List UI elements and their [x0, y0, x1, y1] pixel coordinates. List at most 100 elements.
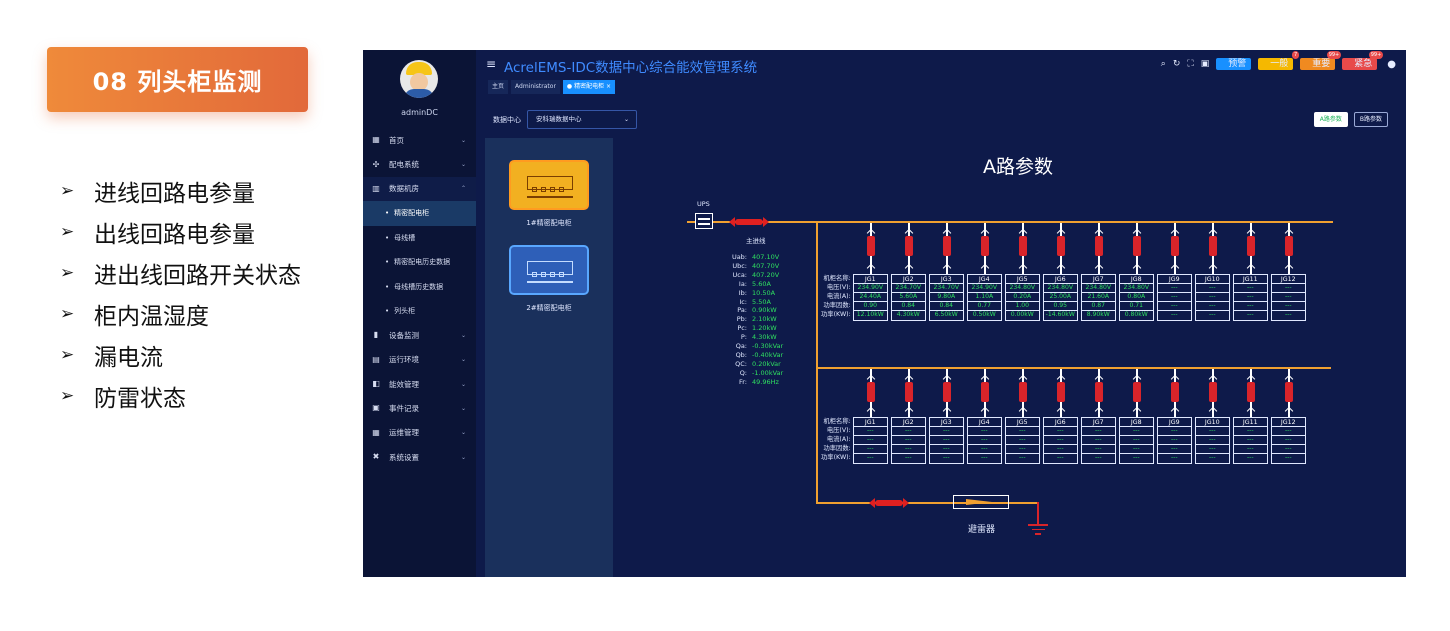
alert-button[interactable]: 紧急 99+	[1342, 51, 1384, 70]
feature-list: ➢ 进线回路电参量 ➢ 出线回路电参量 ➢ 进出线回路开关状态 ➢ 柜内温湿度 ➢ 漏电流 ➢ 防雷状…	[60, 170, 301, 416]
cabinet-1-icon[interactable]	[509, 160, 589, 210]
row-label: 功率因数:	[823, 302, 851, 309]
feeder-column[interactable]: JG12 --- --- --- ---	[1270, 274, 1306, 321]
sidebar-item[interactable]: ▤ 运行环境 ⌄	[363, 348, 476, 372]
sidebar-item[interactable]: ▥ 数据机房 ⌃	[363, 176, 476, 202]
menu-toggle-icon[interactable]: ≡	[486, 57, 496, 71]
feeder-column[interactable]: JG1 --- --- --- ---	[852, 417, 888, 464]
feeder-breaker	[1209, 223, 1217, 274]
arrow-right-icon: ➢	[60, 344, 75, 365]
feeder-column[interactable]: JG5 234.80V 0.20A 1.00 0.00kW	[1004, 274, 1040, 321]
sidebar-item[interactable]: ✖ 系统设置 ⌄	[363, 445, 476, 469]
row-label: 功率因数:	[823, 445, 851, 452]
alert-button[interactable]: 重要 99+	[1300, 51, 1342, 70]
sidebar-item[interactable]: ▣ 事件记录 ⌄	[363, 396, 476, 420]
sidebar-item[interactable]: ◧ 能效管理 ⌄	[363, 372, 476, 396]
measurement-row: Ib: 10.50A	[738, 288, 776, 297]
sidebar-item[interactable]: • 精密配电柜	[363, 201, 476, 226]
user-icon[interactable]: ●	[1387, 59, 1396, 70]
alert-button[interactable]: 预警	[1216, 58, 1252, 70]
font-icon[interactable]: ▣	[1201, 59, 1210, 69]
menu-icon: ▥	[372, 183, 380, 193]
row-label: 功率(KW):	[821, 311, 851, 318]
sidebar-item[interactable]: • 母线槽	[363, 226, 476, 250]
feeder-column[interactable]: JG7 --- --- --- ---	[1080, 417, 1116, 464]
measurement-row: Pa: 0.90kW	[737, 306, 777, 315]
feeder-column[interactable]: JG3 --- --- --- ---	[928, 417, 964, 464]
feeder-column[interactable]: JG8 234.80V 0.80A 0.71 0.80kW	[1118, 274, 1154, 321]
row-label: 电压(V):	[826, 284, 851, 291]
feeder-column[interactable]: JG12 --- --- --- ---	[1270, 417, 1306, 464]
feeder-breaker	[1133, 223, 1141, 274]
topbar: ≡ AcrelEMS-IDC数据中心综合能效管理系统 ⌕ ↻ ⛶ ▣ 预警 一般 7…	[476, 50, 1406, 80]
feeder-column[interactable]: JG7 234.80V 21.60A 0.87 8.90kW	[1080, 274, 1116, 321]
feeder-column[interactable]: JG2 234.70V 5.60A 0.84 4.30kW	[890, 274, 926, 321]
sidebar-item[interactable]: ✣ 配电系统 ⌄	[363, 152, 476, 176]
measurement-row: Qa: -0.30kVar	[735, 342, 784, 351]
feeder-column[interactable]: JG1 234.90V 24.40A 0.90 12.10kW	[852, 274, 888, 321]
tab-item[interactable]: ● 精密配电柜 ×	[562, 80, 615, 94]
a-route-button[interactable]: A路参数	[1313, 112, 1348, 127]
b-route-button[interactable]: B路参数	[1353, 112, 1388, 127]
feeder-column[interactable]: JG8 --- --- --- ---	[1118, 417, 1154, 464]
chevron-icon: ⌄	[460, 161, 466, 169]
sidebar-item[interactable]: • 精密配电历史数据	[363, 250, 476, 274]
feeder-breaker	[1209, 369, 1217, 417]
refresh-icon[interactable]: ↻	[1173, 59, 1181, 69]
surge-breaker	[869, 498, 909, 508]
feeder-column[interactable]: JG5 --- --- --- ---	[1004, 417, 1040, 464]
slide: 08 列头柜监测 ➢ 进线回路电参量 ➢ 出线回路电参量 ➢ 进出线回路开关状态 ➢ 柜内温湿…	[0, 0, 1450, 631]
cabinet-1-label: 1#精密配电柜	[526, 219, 572, 227]
feeder-column[interactable]: JG9 --- --- --- ---	[1156, 417, 1192, 464]
param-switch: A路参数 B路参数	[1308, 112, 1388, 127]
sidebar-item[interactable]: ▦ 首页 ⌄	[363, 128, 476, 152]
sidebar-item[interactable]: ▮ 设备监测 ⌄	[363, 323, 476, 347]
chevron-icon: ⌄	[460, 136, 466, 144]
measurement-row: Uca: 407.20V	[732, 270, 780, 279]
datacenter-filter: 数据中心 安科瑞数据中心 ⌄	[493, 110, 637, 129]
feeder-breaker	[905, 369, 913, 417]
feeder-breaker	[1057, 369, 1065, 417]
app-title: AcrelEMS-IDC数据中心综合能效管理系统	[504, 60, 758, 76]
feeder-table: 机柜名称: 电压(V): 电流(A): 功率因数: 功率(KW): JG1 234.90V 2…	[821, 274, 1309, 321]
measurement-row: Qb: -0.40kVar	[735, 350, 784, 359]
feeder-column[interactable]: JG4 --- --- --- ---	[966, 417, 1002, 464]
fullscreen-icon[interactable]: ⛶	[1187, 59, 1193, 69]
feeder-breaker	[943, 369, 951, 417]
feeder-column[interactable]: JG10 --- --- --- ---	[1194, 274, 1230, 321]
feeder-table: 机柜名称: 电压(V): 电流(A): 功率因数: 功率(KW): JG1 --- --- --…	[821, 417, 1309, 464]
menu-icon: ▦	[372, 427, 380, 437]
measurement-row: Uab: 407.10V	[731, 253, 780, 261]
sidebar-item[interactable]: ▦ 运维管理 ⌄	[363, 421, 476, 445]
arrow-right-icon: ➢	[60, 221, 75, 242]
cabinet-panel: 1#精密配电柜 2#精密配电柜	[485, 138, 613, 577]
tab-item[interactable]: 主页	[488, 80, 509, 94]
search-icon[interactable]: ⌕	[1161, 59, 1166, 69]
row-label: 电流(A):	[826, 436, 851, 443]
sidebar-item[interactable]: • 母线槽历史数据	[363, 274, 476, 298]
chevron-down-icon: ⌄	[623, 116, 629, 123]
feeder-breaker	[867, 223, 875, 274]
feeder-column[interactable]: JG6 234.80V 25.00A 0.95 -14.60kW	[1042, 274, 1078, 321]
measurement-row: Q: -1.00kVar	[739, 368, 784, 377]
cabinet-2-icon[interactable]	[509, 245, 589, 295]
feeder-column[interactable]: JG4 234.90V 1.10A 0.77 0.50kW	[966, 274, 1002, 321]
feeder-column[interactable]: JG11 --- --- --- ---	[1232, 417, 1268, 464]
feeder-breaker	[1019, 369, 1027, 417]
arrow-right-icon: ➢	[60, 385, 75, 406]
sidebar-item[interactable]: • 列头柜	[363, 299, 476, 323]
avatar[interactable]	[400, 60, 438, 98]
tab-item[interactable]: Administrator	[511, 80, 560, 94]
datacenter-select[interactable]: 安科瑞数据中心 ⌄	[527, 110, 637, 129]
feeder-breaker	[1133, 369, 1141, 417]
arrow-right-icon: ➢	[60, 303, 75, 324]
feeder-column[interactable]: JG3 234.70V 9.80A 0.84 6.50kW	[928, 274, 964, 321]
feeder-column[interactable]: JG11 --- --- --- ---	[1232, 274, 1268, 321]
feeder-column[interactable]: JG10 --- --- --- ---	[1194, 417, 1230, 464]
arrow-right-icon: ➢	[60, 180, 75, 201]
feeder-column[interactable]: JG2 --- --- --- ---	[890, 417, 926, 464]
feeder-column[interactable]: JG6 --- --- --- ---	[1042, 417, 1078, 464]
feeder-breaker	[1095, 223, 1103, 274]
alert-button[interactable]: 一般 7	[1258, 51, 1300, 70]
feeder-column[interactable]: JG9 --- --- --- ---	[1156, 274, 1192, 321]
